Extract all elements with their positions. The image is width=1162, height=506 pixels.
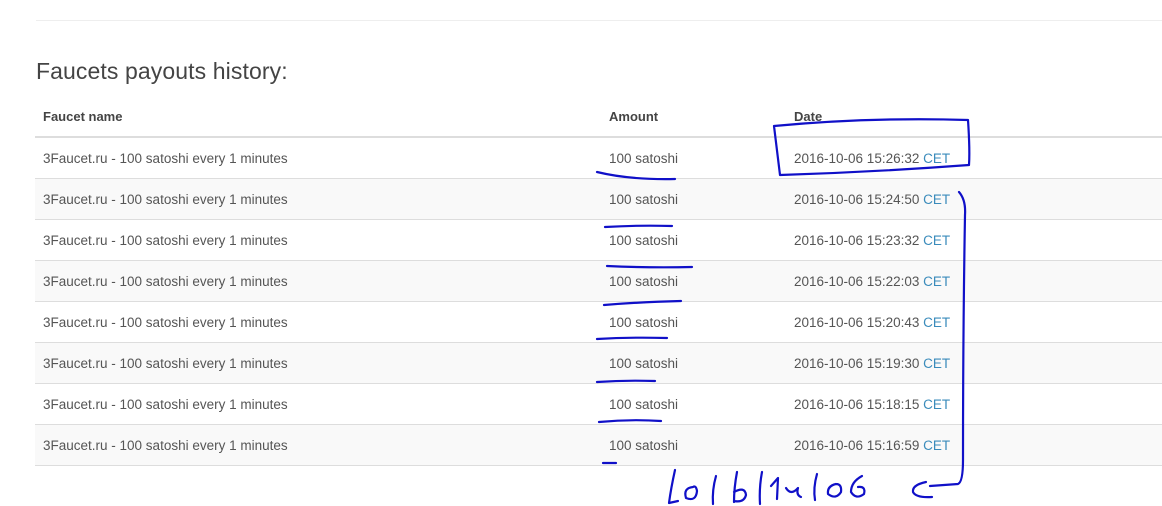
amount-cell: 100 satoshi xyxy=(601,219,786,261)
amount-cell: 100 satoshi xyxy=(601,301,786,343)
handwritten-scribble xyxy=(911,480,934,499)
table-row: 3Faucet.ru - 100 satoshi every 1 minutes… xyxy=(35,301,1162,343)
date-value: 2016-10-06 15:20:43 xyxy=(794,314,920,330)
faucet-name-cell: 3Faucet.ru - 100 satoshi every 1 minutes xyxy=(35,260,601,302)
faucet-name-cell: 3Faucet.ru - 100 satoshi every 1 minutes xyxy=(35,178,601,220)
column-header-date: Date xyxy=(786,97,1162,138)
handwritten-scribble xyxy=(849,474,866,498)
table-row: 3Faucet.ru - 100 satoshi every 1 minutes… xyxy=(35,342,1162,384)
table-row: 3Faucet.ru - 100 satoshi every 1 minutes… xyxy=(35,178,1162,220)
timezone-label: CET xyxy=(923,314,951,330)
top-divider xyxy=(36,20,1162,21)
timezone-label: CET xyxy=(923,232,951,248)
faucet-name-cell: 3Faucet.ru - 100 satoshi every 1 minutes xyxy=(35,137,601,179)
date-value: 2016-10-06 15:18:15 xyxy=(794,396,920,412)
amount-cell: 100 satoshi xyxy=(601,383,786,425)
faucet-name-cell: 3Faucet.ru - 100 satoshi every 1 minutes xyxy=(35,424,601,466)
date-cell: 2016-10-06 15:23:32 CET xyxy=(786,219,1162,261)
table-row: 3Faucet.ru - 100 satoshi every 1 minutes… xyxy=(35,424,1162,466)
date-cell: 2016-10-06 15:26:32 CET xyxy=(786,137,1162,179)
amount-cell: 100 satoshi xyxy=(601,178,786,220)
faucet-name-cell: 3Faucet.ru - 100 satoshi every 1 minutes xyxy=(35,383,601,425)
date-value: 2016-10-06 15:19:30 xyxy=(794,355,920,371)
faucet-name-cell: 3Faucet.ru - 100 satoshi every 1 minutes xyxy=(35,219,601,261)
date-cell: 2016-10-06 15:18:15 CET xyxy=(786,383,1162,425)
date-cell: 2016-10-06 15:24:50 CET xyxy=(786,178,1162,220)
table-row: 3Faucet.ru - 100 satoshi every 1 minutes… xyxy=(35,137,1162,179)
date-cell: 2016-10-06 15:20:43 CET xyxy=(786,301,1162,343)
date-cell: 2016-10-06 15:16:59 CET xyxy=(786,424,1162,466)
faucet-name-cell: 3Faucet.ru - 100 satoshi every 1 minutes xyxy=(35,342,601,384)
timezone-label: CET xyxy=(923,273,951,289)
date-value: 2016-10-06 15:23:32 xyxy=(794,232,920,248)
table-header-row: Faucet name Amount Date xyxy=(35,97,1162,138)
amount-cell: 100 satoshi xyxy=(601,260,786,302)
amount-cell: 100 satoshi xyxy=(601,137,786,179)
payouts-table: Faucet name Amount Date 3Faucet.ru - 100… xyxy=(35,97,1162,466)
date-value: 2016-10-06 15:16:59 xyxy=(794,437,920,453)
handwritten-scribble xyxy=(732,470,748,504)
handwritten-scribble xyxy=(711,474,718,506)
handwritten-scribble xyxy=(769,476,780,501)
handwritten-scribble xyxy=(758,470,764,506)
handwritten-scribble xyxy=(684,485,699,501)
table-row: 3Faucet.ru - 100 satoshi every 1 minutes… xyxy=(35,383,1162,425)
date-cell: 2016-10-06 15:19:30 CET xyxy=(786,342,1162,384)
timezone-label: CET xyxy=(923,150,951,166)
date-value: 2016-10-06 15:24:50 xyxy=(794,191,920,207)
column-header-faucet-name: Faucet name xyxy=(35,97,601,138)
column-header-amount: Amount xyxy=(601,97,786,138)
date-cell: 2016-10-06 15:22:03 CET xyxy=(786,260,1162,302)
timezone-label: CET xyxy=(923,396,951,412)
timezone-label: CET xyxy=(923,191,951,207)
timezone-label: CET xyxy=(923,437,951,453)
handwritten-scribble xyxy=(784,486,803,499)
handwritten-scribble xyxy=(813,472,819,502)
section-title: Faucets payouts history: xyxy=(36,58,288,84)
date-value: 2016-10-06 15:22:03 xyxy=(794,273,920,289)
table-row: 3Faucet.ru - 100 satoshi every 1 minutes… xyxy=(35,260,1162,302)
handwritten-scribble xyxy=(826,482,843,498)
date-value: 2016-10-06 15:26:32 xyxy=(794,150,920,166)
table-row: 3Faucet.ru - 100 satoshi every 1 minutes… xyxy=(35,219,1162,261)
timezone-label: CET xyxy=(923,355,951,371)
handwritten-scribble xyxy=(667,468,680,505)
amount-cell: 100 satoshi xyxy=(601,342,786,384)
amount-cell: 100 satoshi xyxy=(601,424,786,466)
faucet-name-cell: 3Faucet.ru - 100 satoshi every 1 minutes xyxy=(35,301,601,343)
